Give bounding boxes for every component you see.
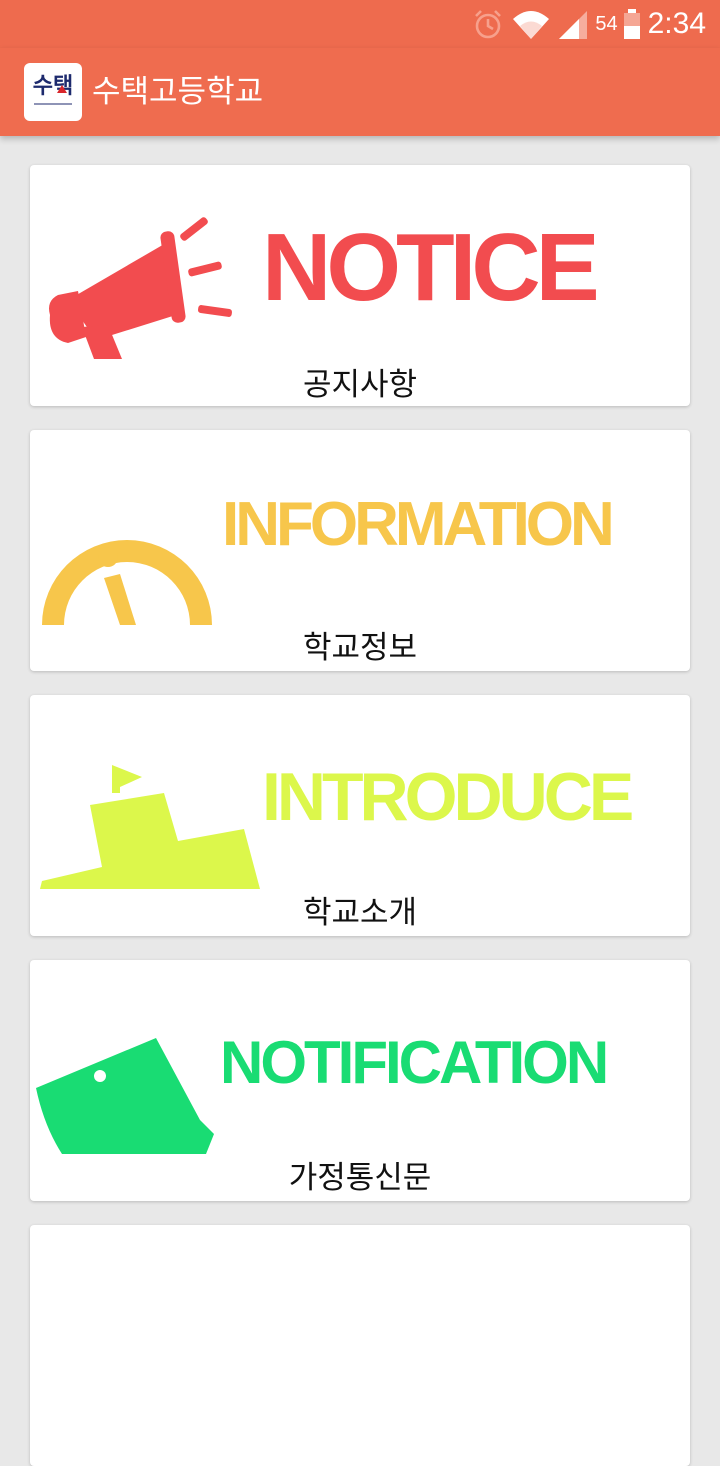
ship-icon — [40, 765, 260, 889]
alarm-icon — [475, 10, 502, 39]
info-icon — [42, 540, 212, 625]
menu-card-information[interactable]: INFORMATION 학교정보 — [30, 430, 690, 671]
app-title: 수택고등학교 — [92, 74, 264, 110]
card-title-korean: 공지사항 — [302, 367, 418, 403]
card-title-english: NOTIFICATION — [220, 1029, 609, 1096]
card-title-english: INTRODUCE — [262, 759, 634, 835]
card-title-korean: 학교소개 — [302, 895, 418, 931]
letter-icon — [36, 1038, 214, 1154]
app-bar: 수택 수택고등학교 — [0, 48, 720, 136]
svg-text:수택: 수택 — [33, 74, 73, 99]
status-icons: 54 2:34 — [471, 0, 706, 48]
signal-icon — [559, 11, 588, 39]
menu-card-partial[interactable] — [30, 1225, 690, 1466]
menu-card-notice[interactable]: NOTICE 공지사항 — [30, 165, 690, 406]
battery-icon — [623, 9, 640, 39]
card-title-english: NOTICE — [262, 214, 600, 321]
wifi-icon — [513, 11, 550, 39]
status-bar: 54 2:34 — [0, 0, 720, 48]
menu-card-introduce[interactable]: INTRODUCE 학교소개 — [30, 695, 690, 936]
megaphone-icon — [49, 217, 233, 359]
card-title-english: INFORMATION — [222, 490, 615, 559]
menu-card-notification[interactable]: NOTIFICATION 가정통신문 — [30, 960, 690, 1201]
card-title-korean: 학교정보 — [302, 630, 418, 666]
card-title-korean: 가정통신문 — [288, 1160, 432, 1196]
school-logo[interactable]: 수택 — [24, 63, 82, 121]
status-time: 2:34 — [647, 7, 706, 40]
battery-percent: 54 — [595, 12, 618, 35]
